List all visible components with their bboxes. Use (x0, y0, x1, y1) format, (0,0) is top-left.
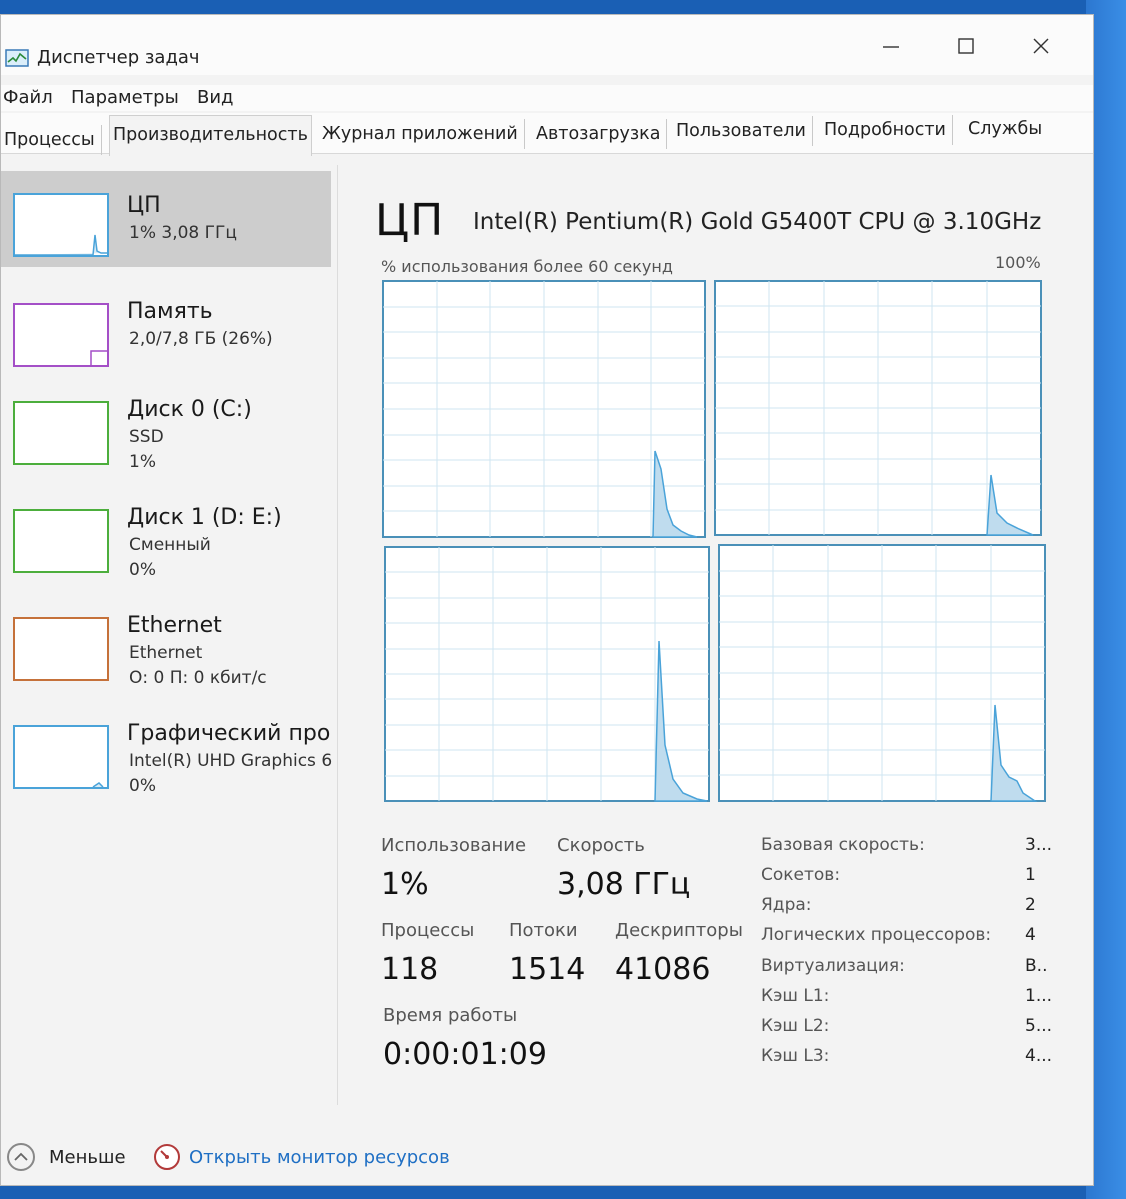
sidebar-subtitle: О: 0 П: 0 кбит/с (129, 668, 267, 688)
resource-monitor-icon (154, 1144, 180, 1170)
disk-1-thumbnail (13, 509, 109, 573)
detail-value: 4... (1025, 1046, 1053, 1066)
cpu-model: Intel(R) Pentium(R) Gold G5400T CPU @ 3.… (473, 209, 1042, 235)
panel-divider (337, 165, 338, 1105)
window-title: Диспетчер задач (37, 47, 200, 68)
menu-bar: Файл Параметры Вид (1, 85, 1093, 111)
sidebar-title: Ethernet (127, 613, 222, 638)
menu-view[interactable]: Вид (197, 87, 234, 108)
detail-value: 1 (1025, 865, 1036, 885)
sidebar-subtitle: 0% (129, 560, 156, 580)
speed-label: Скорость (557, 835, 645, 856)
detail-value: 5... (1025, 1016, 1053, 1036)
detail-value: 1... (1025, 986, 1053, 1006)
tab-bar: Процессы Производительность Журнал прило… (1, 112, 1093, 157)
sidebar-subtitle: Ethernet (129, 643, 203, 663)
task-manager-window: Диспетчер задач Файл Параметры Вид Проце… (0, 14, 1094, 1186)
memory-thumbnail (13, 303, 109, 367)
maximize-button[interactable] (946, 29, 986, 63)
sidebar-item-disk-1[interactable]: Диск 1 (D: E:) Сменный 0% (1, 481, 331, 580)
tab-app-history[interactable]: Журнал приложений (319, 117, 525, 151)
menu-file[interactable]: Файл (3, 87, 53, 108)
cpu-thumbnail (13, 193, 109, 257)
detail-value: 3... (1025, 835, 1053, 855)
detail-value: 4 (1025, 925, 1036, 945)
tab-performance[interactable]: Производительность (109, 115, 312, 156)
detail-label: Логических процессоров: (761, 925, 992, 945)
minimize-button[interactable] (871, 29, 911, 63)
graph-caption: % использования более 60 секунд (381, 257, 673, 276)
sidebar-title: Диск 0 (C:) (127, 397, 252, 422)
tab-services[interactable]: Службы (965, 112, 1045, 146)
detail-label: Кэш L2: (761, 1016, 830, 1036)
core-graph-2 (714, 280, 1042, 536)
sidebar-item-ethernet[interactable]: Ethernet Ethernet О: 0 П: 0 кбит/с (1, 589, 331, 688)
detail-label: Сокетов: (761, 865, 841, 885)
disk-0-thumbnail (13, 401, 109, 465)
sidebar-title: Память (127, 299, 213, 324)
sidebar-subtitle: 1% 3,08 ГГц (129, 223, 237, 243)
threads-value: 1514 (509, 952, 586, 987)
core-graph-4 (718, 544, 1046, 802)
footer-bar: Меньше Открыть монитор ресурсов (1, 1141, 1093, 1181)
detail-label: Кэш L1: (761, 986, 830, 1006)
detail-label: Виртуализация: (761, 956, 905, 976)
handles-value: 41086 (615, 952, 711, 987)
maximize-icon (958, 38, 974, 54)
detail-label: Ядра: (761, 895, 812, 915)
chevron-up-icon[interactable] (7, 1143, 35, 1171)
gpu-thumbnail (13, 725, 109, 789)
tab-processes[interactable]: Процессы (1, 123, 102, 157)
usage-label: Использование (381, 835, 527, 856)
sidebar-subtitle: 2,0/7,8 ГБ (26%) (129, 329, 273, 349)
ethernet-thumbnail (13, 617, 109, 681)
tab-users[interactable]: Пользователи (673, 114, 813, 148)
detail-value: 2 (1025, 895, 1036, 915)
usage-value: 1% (381, 867, 429, 902)
close-icon (1033, 38, 1049, 54)
close-button[interactable] (1021, 29, 1061, 63)
sidebar-title: ЦП (127, 193, 161, 218)
uptime-value: 0:00:01:09 (383, 1037, 547, 1072)
sidebar-item-disk-0[interactable]: Диск 0 (C:) SSD 1% (1, 373, 331, 472)
open-resource-monitor-link[interactable]: Открыть монитор ресурсов (189, 1147, 450, 1168)
minimize-icon (883, 46, 899, 48)
sidebar-subtitle: Сменный (129, 535, 211, 555)
sidebar-title: Диск 1 (D: E:) (127, 505, 282, 530)
sidebar-title: Графический про (127, 721, 331, 746)
sidebar-item-memory[interactable]: Память 2,0/7,8 ГБ (26%) (1, 275, 331, 371)
graph-max-label: 100% (995, 253, 1041, 272)
sidebar-item-cpu[interactable]: ЦП 1% 3,08 ГГц (1, 171, 331, 267)
sidebar-subtitle: Intel(R) UHD Graphics 6 (129, 751, 333, 771)
processes-label: Процессы (381, 920, 475, 941)
detail-label: Кэш L3: (761, 1046, 830, 1066)
handles-label: Дескрипторы (615, 920, 743, 941)
uptime-label: Время работы (383, 1005, 518, 1026)
fewer-details-button[interactable]: Меньше (49, 1147, 126, 1168)
detail-value: В.. (1025, 956, 1048, 976)
processes-value: 118 (381, 952, 439, 987)
cpu-core-graphs (382, 280, 1046, 802)
cpu-heading: ЦП (375, 195, 445, 246)
tab-details[interactable]: Подробности (821, 113, 953, 147)
title-bar: Диспетчер задач (1, 15, 1093, 75)
tab-startup[interactable]: Автозагрузка (533, 117, 668, 151)
sidebar-subtitle: 0% (129, 776, 156, 796)
detail-label: Базовая скорость: (761, 835, 925, 855)
menu-options[interactable]: Параметры (71, 87, 179, 108)
core-graph-3 (384, 546, 710, 802)
sidebar-item-gpu[interactable]: Графический про Intel(R) UHD Graphics 6 … (1, 697, 333, 796)
speed-value: 3,08 ГГц (557, 867, 691, 902)
task-manager-icon (5, 49, 29, 67)
core-graph-1 (382, 280, 706, 538)
threads-label: Потоки (509, 920, 578, 941)
sidebar-subtitle: SSD (129, 427, 164, 447)
sidebar-subtitle: 1% (129, 452, 156, 472)
